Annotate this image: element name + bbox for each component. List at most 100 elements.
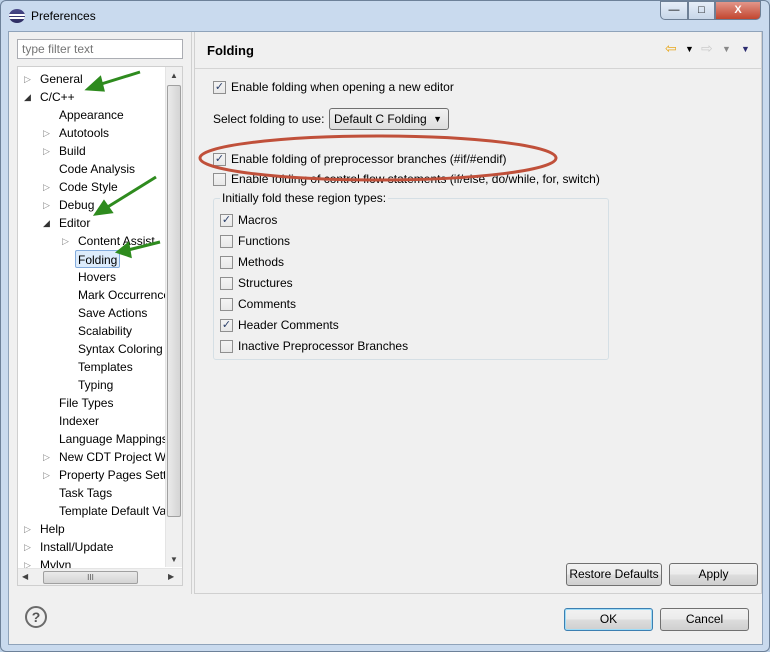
enable-new-editor-checkbox[interactable]: ✓ Enable folding when opening a new edit… [213, 80, 454, 94]
forward-arrow-icon[interactable]: ⇨ [701, 40, 713, 57]
collapsed-twisty-icon[interactable]: ▷ [43, 196, 51, 214]
collapsed-twisty-icon[interactable]: ▷ [43, 466, 51, 484]
panel-sash[interactable] [191, 32, 192, 594]
collapsed-twisty-icon[interactable]: ▷ [24, 538, 32, 556]
checkbox-label: Methods [238, 255, 285, 269]
tree-item[interactable]: Editor [59, 214, 90, 232]
checkbox-box[interactable] [220, 297, 233, 311]
folding-page: Folding ⇦ ▼ ⇨ ▼ ▼ ✓ Enable folding when … [194, 32, 762, 594]
tree-item[interactable]: Folding [75, 250, 121, 268]
checkbox-box[interactable] [220, 339, 233, 353]
chevron-down-icon: ▼ [433, 114, 442, 124]
region-checkbox[interactable]: Methods [220, 255, 284, 269]
tree-item[interactable]: Code Analysis [59, 160, 135, 178]
tree-item[interactable]: Mark Occurrences [78, 286, 176, 304]
collapsed-twisty-icon[interactable]: ▷ [43, 178, 51, 196]
tree-item[interactable]: Autotools [59, 124, 109, 142]
title-bar[interactable]: Preferences — □ X [1, 1, 769, 31]
control-flow-checkbox[interactable]: Enable folding of control flow statement… [213, 172, 600, 186]
checkbox-box[interactable] [213, 172, 226, 186]
preprocessor-checkbox[interactable]: ✓ Enable folding of preprocessor branche… [213, 152, 507, 166]
apply-button[interactable]: Apply [669, 563, 758, 586]
window-title: Preferences [31, 9, 96, 23]
tree-item[interactable]: Code Style [59, 178, 118, 196]
horizontal-scroll-thumb[interactable]: III [43, 571, 138, 584]
collapsed-twisty-icon[interactable]: ▷ [43, 142, 51, 160]
checkbox-box[interactable] [220, 234, 233, 248]
collapsed-twisty-icon[interactable]: ▷ [24, 70, 32, 88]
view-menu-icon[interactable]: ▼ [741, 44, 750, 54]
tree-vertical-scrollbar[interactable]: ▲ ▼ [165, 67, 182, 567]
tree-item[interactable]: Help [40, 520, 65, 538]
tree-item[interactable]: Scalability [78, 322, 132, 340]
tree-item[interactable]: File Types [59, 394, 113, 412]
tree-item[interactable]: Save Actions [78, 304, 147, 322]
tree-item[interactable]: Templates [78, 358, 133, 376]
checkbox-box[interactable] [220, 255, 233, 269]
checkbox-label: Macros [238, 213, 278, 227]
tree-horizontal-scrollbar[interactable]: ◀ III ▶ [18, 568, 182, 585]
page-title: Folding [207, 43, 254, 58]
checkbox-box[interactable]: ✓ [213, 152, 226, 166]
tree-item[interactable]: Debug [59, 196, 94, 214]
tree-item[interactable]: Indexer [59, 412, 99, 430]
expanded-twisty-icon[interactable]: ◢ [43, 214, 51, 232]
preferences-window: Preferences — □ X Remote Systems▷Mylyn▷I… [0, 0, 770, 652]
checkbox-label: Enable folding of control flow statement… [231, 172, 600, 186]
close-button[interactable]: X [715, 1, 761, 20]
collapsed-twisty-icon[interactable]: ▷ [43, 124, 51, 142]
region-checkbox[interactable]: Functions [220, 234, 290, 248]
restore-defaults-button[interactable]: Restore Defaults [566, 563, 662, 586]
tree-item[interactable]: Appearance [59, 106, 124, 124]
tree-item[interactable]: Content Assist [78, 232, 155, 250]
checkbox-label: Enable folding when opening a new editor [231, 80, 454, 94]
tree-item[interactable]: Syntax Coloring [78, 340, 163, 358]
back-arrow-icon[interactable]: ⇦ [665, 40, 677, 57]
tree-item[interactable]: Install/Update [40, 538, 113, 556]
cancel-button[interactable]: Cancel [660, 608, 749, 631]
forward-dropdown-icon[interactable]: ▼ [722, 44, 731, 54]
dialog-client: Remote Systems▷Mylyn▷Install/Update▷Help… [8, 31, 763, 645]
tree-item[interactable]: C/C++ [40, 88, 75, 106]
region-checkbox[interactable]: Comments [220, 297, 296, 311]
scroll-down-icon[interactable]: ▼ [170, 555, 178, 564]
maximize-button[interactable]: □ [688, 1, 715, 20]
dialog-button-bar: ? OK Cancel [9, 594, 762, 646]
minimize-button[interactable]: — [660, 1, 688, 20]
header-separator [195, 68, 761, 69]
checkbox-label: Enable folding of preprocessor branches … [231, 152, 507, 166]
filter-input[interactable] [17, 39, 183, 59]
tree-item[interactable]: Build [59, 142, 86, 160]
help-icon[interactable]: ? [25, 606, 47, 628]
region-checkbox[interactable]: Inactive Preprocessor Branches [220, 339, 408, 353]
eclipse-icon [9, 9, 25, 23]
scroll-up-icon[interactable]: ▲ [170, 71, 178, 80]
checkbox-box[interactable]: ✓ [213, 80, 226, 94]
scroll-left-icon[interactable]: ◀ [22, 572, 28, 581]
preference-tree: Remote Systems▷Mylyn▷Install/Update▷Help… [17, 66, 183, 586]
collapsed-twisty-icon[interactable]: ▷ [24, 520, 32, 538]
tree-item[interactable]: Hovers [78, 268, 116, 286]
region-types-group: Initially fold these region types: ✓ Macr… [213, 191, 609, 360]
region-checkbox[interactable]: Structures [220, 276, 293, 290]
ok-button[interactable]: OK [564, 608, 653, 631]
checkbox-box[interactable]: ✓ [220, 213, 233, 227]
back-dropdown-icon[interactable]: ▼ [685, 44, 694, 54]
checkbox-box[interactable] [220, 276, 233, 290]
collapsed-twisty-icon[interactable]: ▷ [62, 232, 70, 250]
scroll-right-icon[interactable]: ▶ [168, 572, 174, 581]
tree-item[interactable]: Task Tags [59, 484, 112, 502]
vertical-scroll-thumb[interactable] [167, 85, 181, 517]
checkbox-label: Header Comments [238, 318, 339, 332]
collapsed-twisty-icon[interactable]: ▷ [43, 448, 51, 466]
region-checkbox[interactable]: ✓ Header Comments [220, 318, 339, 332]
region-checkbox[interactable]: ✓ Macros [220, 213, 277, 227]
checkbox-label: Comments [238, 297, 297, 311]
tree-item[interactable]: Language Mappings [59, 430, 168, 448]
checkbox-box[interactable]: ✓ [220, 318, 233, 332]
checkbox-label: Inactive Preprocessor Branches [238, 339, 409, 353]
folding-select[interactable]: Default C Folding ▼ [329, 108, 449, 130]
tree-item[interactable]: General [40, 70, 83, 88]
expanded-twisty-icon[interactable]: ◢ [24, 88, 32, 106]
tree-item[interactable]: Typing [78, 376, 113, 394]
